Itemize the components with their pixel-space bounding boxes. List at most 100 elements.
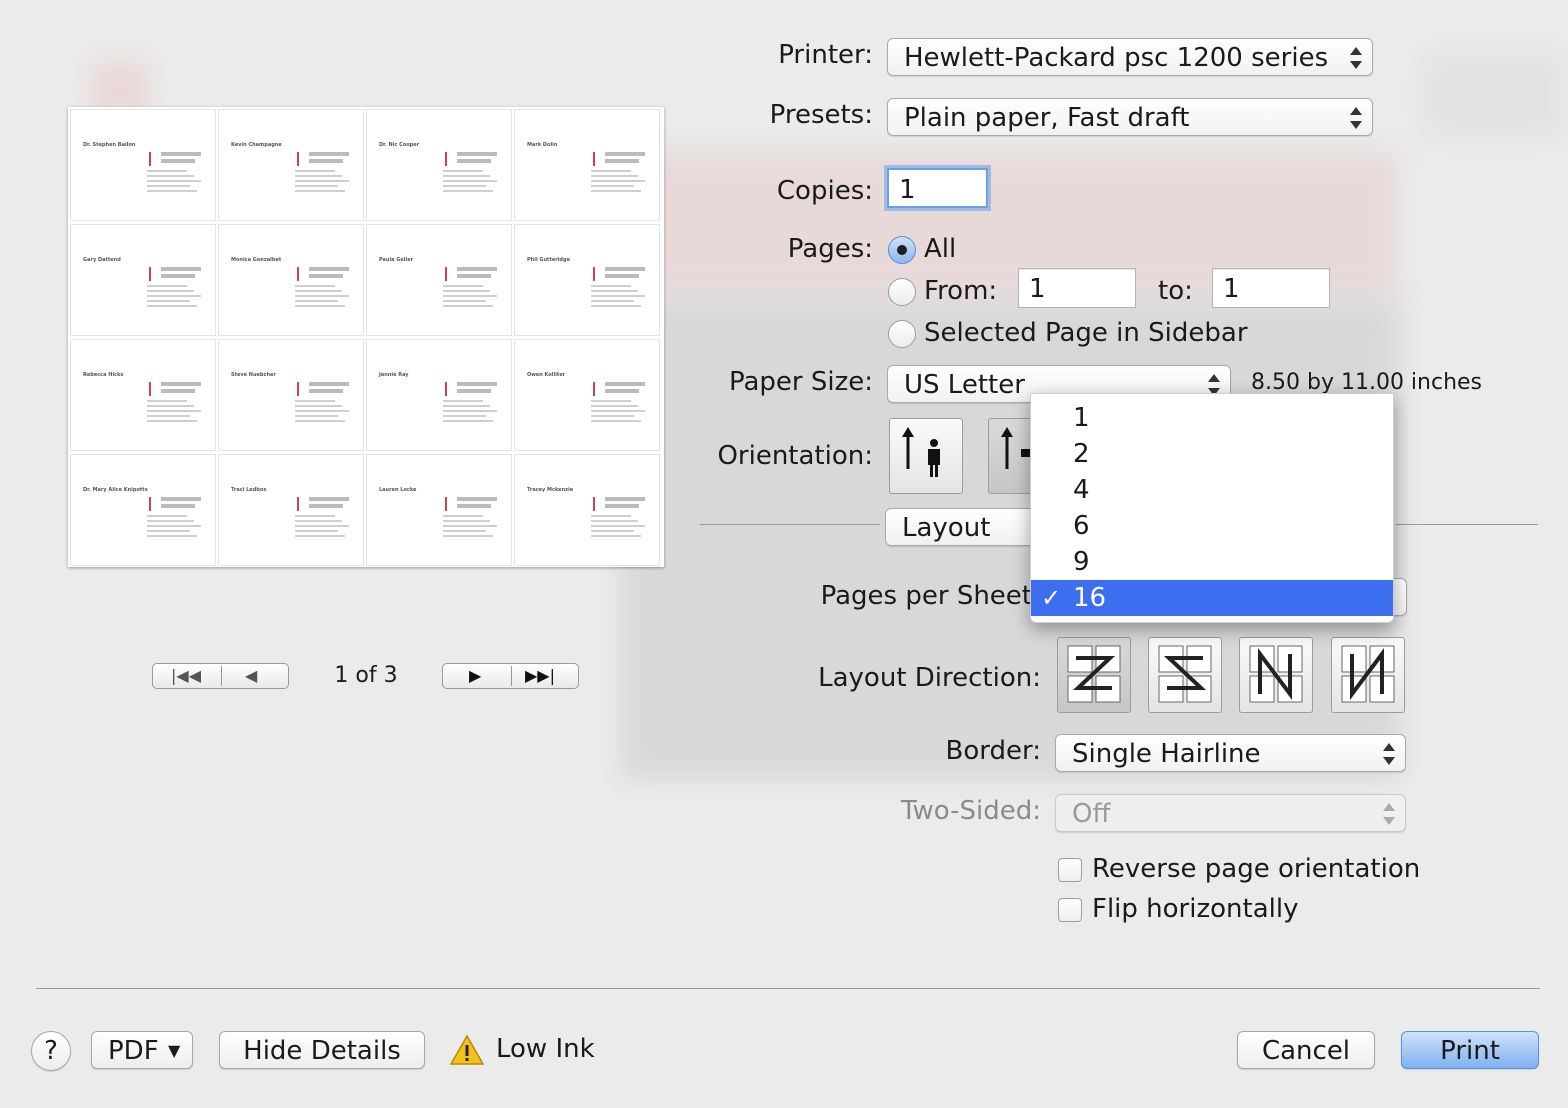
preview-card: Kevin Champagne [218,109,364,221]
card-logo-text [309,152,349,156]
first-page-icon[interactable]: |◀◀ [171,666,201,685]
pages-to-field[interactable]: 1 [1212,268,1330,308]
n-direction-icon [1249,645,1303,703]
two-sided-popup: Off [1055,794,1406,832]
portrait-icon [902,427,940,477]
pages-selected-label: Selected Page in Sidebar [924,318,1248,348]
layout-direction-label: Layout Direction: [818,663,1041,693]
card-detail-lines [295,170,353,195]
card-logo-text [161,267,201,271]
card-detail-lines [591,170,649,195]
preview-card-name: Owen Kolliter [527,372,566,378]
card-detail-lines [147,170,205,195]
preview-card-name: Steve Nuebcher [231,372,276,378]
orientation-label: Orientation: [717,441,873,471]
hide-details-button[interactable]: Hide Details [219,1031,425,1069]
card-logo-text [457,274,491,278]
preview-card-name: Traci Ledbox [231,487,267,493]
card-detail-lines [443,285,501,310]
copies-label: Copies: [776,176,873,206]
option-label: 9 [1073,547,1090,577]
card-logo-text [161,274,195,278]
paper-size-label: Paper Size: [728,367,873,397]
card-logo-text [309,159,343,163]
pages-selected-radio[interactable] [888,320,916,348]
pages-per-sheet-option[interactable]: 4 [1031,472,1393,508]
layout-direction-mirror-n-button[interactable] [1331,637,1405,713]
preview-card-name: Rebecca Hicks [83,372,124,378]
flip-horizontally-checkbox[interactable] [1058,898,1082,922]
layout-direction-z-button[interactable] [1057,637,1131,713]
card-detail-lines [591,515,649,540]
previous-page-icon[interactable]: ◀ [245,666,257,685]
print-button[interactable]: Print [1401,1031,1539,1069]
last-page-icon[interactable]: ▶▶| [525,666,555,685]
preview-card: Mark Dolin [514,109,660,221]
preview-card: Traci Ledbox [218,454,364,566]
presets-popup[interactable]: Plain paper, Fast draft [887,98,1373,136]
printer-value: Hewlett-Packard psc 1200 series [904,43,1329,73]
preview-card: Dr. Nic Cooper [366,109,512,221]
pages-from-radio[interactable] [888,278,916,306]
card-logo-text [309,382,349,386]
card-logo-icon [445,267,455,281]
pages-label: Pages: [787,234,873,264]
card-logo-icon [593,152,603,166]
preview-card-name: Dr. Mary Alice Knipotts [83,487,148,493]
bottom-divider [36,988,1540,989]
preview-back-buttons[interactable]: |◀◀ ◀ [152,663,289,689]
preview-forward-buttons[interactable]: ▶ ▶▶| [442,663,579,689]
card-logo-icon [149,497,159,511]
preview-card: Dr. Stephen Bailon [70,109,216,221]
pdf-button[interactable]: PDF ▼ [91,1031,193,1069]
card-logo-text [605,389,639,393]
pdf-label: PDF [108,1036,159,1066]
card-logo-text [605,152,645,156]
layout-direction-s-button[interactable] [1148,637,1222,713]
preview-card: Monica Gonzalbet [218,224,364,336]
card-logo-text [605,382,645,386]
section-popup[interactable]: Layout [885,508,1045,546]
copies-field[interactable]: 1 [887,168,988,208]
card-logo-icon [445,152,455,166]
help-button[interactable]: ? [31,1031,71,1071]
card-logo-text [457,497,497,501]
preview-card: Gary Dattend [70,224,216,336]
card-logo-icon [297,497,307,511]
chevron-down-icon: ▼ [168,1041,181,1060]
card-logo-icon [593,497,603,511]
portrait-orientation-button[interactable] [889,418,963,494]
next-page-icon[interactable]: ▶ [469,666,481,685]
card-logo-text [605,274,639,278]
card-logo-icon [445,497,455,511]
pages-per-sheet-menu[interactable]: 1 2 4 6 9 ✓ 16 [1030,393,1394,623]
pages-per-sheet-option[interactable]: 6 [1031,508,1393,544]
reverse-orientation-checkbox[interactable] [1058,858,1082,882]
card-detail-lines [295,400,353,425]
pages-per-sheet-option[interactable]: 2 [1031,436,1393,472]
paper-dimensions: 8.50 by 11.00 inches [1251,370,1483,395]
cancel-button[interactable]: Cancel [1237,1031,1375,1069]
preview-card: Rebecca Hicks [70,339,216,451]
card-logo-text [309,267,349,271]
card-logo-text [161,504,195,508]
option-label: 4 [1073,475,1090,505]
printer-label: Printer: [778,40,873,70]
card-logo-text [309,497,349,501]
printer-popup[interactable]: Hewlett-Packard psc 1200 series [887,38,1373,76]
preview-card-name: Phil Gutteridge [527,257,570,263]
pages-all-label: All [924,234,957,264]
card-detail-lines [443,400,501,425]
card-logo-icon [297,382,307,396]
pages-from-field[interactable]: 1 [1018,268,1136,308]
layout-direction-n-button[interactable] [1239,637,1313,713]
option-label: 2 [1073,439,1090,469]
pages-per-sheet-option[interactable]: 1 [1031,400,1393,436]
pages-per-sheet-option[interactable]: ✓ 16 [1031,580,1393,616]
option-label: 6 [1073,511,1090,541]
border-popup[interactable]: Single Hairline [1055,734,1406,772]
page-status: 1 of 3 [334,663,398,688]
pages-per-sheet-option[interactable]: 9 [1031,544,1393,580]
pages-all-radio[interactable] [888,236,916,264]
preview-card: Owen Kolliter [514,339,660,451]
